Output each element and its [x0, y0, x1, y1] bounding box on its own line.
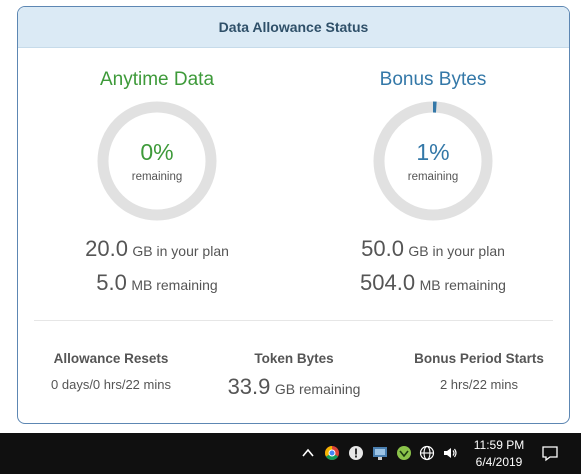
anytime-remaining-label: remaining: [131, 171, 183, 183]
bonus-percent: 1%: [416, 139, 450, 165]
token-bytes-unit: GB remaining: [274, 381, 361, 397]
bonus-plan-value: 50.0: [361, 236, 404, 261]
allowance-resets: Allowance Resets 0 days/0 hrs/22 mins: [26, 351, 196, 392]
globe-icon[interactable]: [419, 445, 435, 461]
chevron-up-icon[interactable]: [300, 445, 316, 461]
card-header: Data Allowance Status: [18, 7, 569, 48]
card-title: Data Allowance Status: [218, 19, 369, 35]
anytime-plan-value: 20.0: [85, 236, 128, 261]
taskbar: 11:59 PM 6/4/2019: [0, 433, 581, 474]
chrome-icon[interactable]: [324, 445, 340, 461]
bonus-bytes-title: Bonus Bytes: [379, 69, 487, 90]
token-bytes-value: 33.9: [227, 374, 271, 399]
bonus-plan-unit: GB in your plan: [408, 243, 505, 259]
clock-time: 11:59 PM: [473, 438, 525, 452]
notification-icon[interactable]: [541, 444, 559, 462]
anytime-data-meter: Anytime Data 0% remaining: [57, 69, 257, 223]
token-bytes-title: Token Bytes: [254, 351, 334, 366]
bonus-period-title: Bonus Period Starts: [414, 351, 544, 366]
anytime-data-ring: 0% remaining: [95, 99, 219, 223]
bonus-left-unit: MB remaining: [419, 277, 506, 293]
bonus-bytes-ring: 1% remaining: [371, 99, 495, 223]
bonus-left-value: 504.0: [360, 270, 416, 295]
anytime-remaining: 5.0 MB remaining: [37, 270, 277, 296]
volume-icon[interactable]: [442, 445, 458, 461]
anytime-plan-total: 20.0 GB in your plan: [37, 236, 277, 262]
taskbar-clock[interactable]: 11:59 PM 6/4/2019: [468, 437, 530, 471]
anytime-left-unit: MB remaining: [131, 277, 218, 293]
bonus-bytes-meter: Bonus Bytes 1% remaining: [333, 69, 533, 223]
bonus-remaining-label: remaining: [407, 171, 459, 183]
network-monitor-icon[interactable]: [372, 445, 388, 461]
security-icon[interactable]: [348, 445, 364, 461]
vpn-icon[interactable]: [396, 445, 412, 461]
anytime-plan-unit: GB in your plan: [132, 243, 229, 259]
bonus-period-starts: Bonus Period Starts 2 hrs/22 mins: [394, 351, 564, 392]
clock-date: 6/4/2019: [475, 455, 523, 469]
allowance-resets-title: Allowance Resets: [53, 351, 169, 366]
bonus-remaining: 504.0 MB remaining: [313, 270, 553, 296]
anytime-left-value: 5.0: [96, 270, 127, 295]
bonus-plan-total: 50.0 GB in your plan: [313, 236, 553, 262]
anytime-data-title: Anytime Data: [99, 69, 215, 90]
bonus-period-value: 2 hrs/22 mins: [439, 377, 519, 392]
allowance-resets-value: 0 days/0 hrs/22 mins: [51, 377, 171, 392]
divider: [34, 320, 553, 321]
data-allowance-card: Data Allowance Status Anytime Data 0% re…: [17, 6, 570, 424]
token-bytes: Token Bytes 33.9 GB remaining: [209, 351, 379, 400]
anytime-percent: 0%: [140, 139, 174, 165]
